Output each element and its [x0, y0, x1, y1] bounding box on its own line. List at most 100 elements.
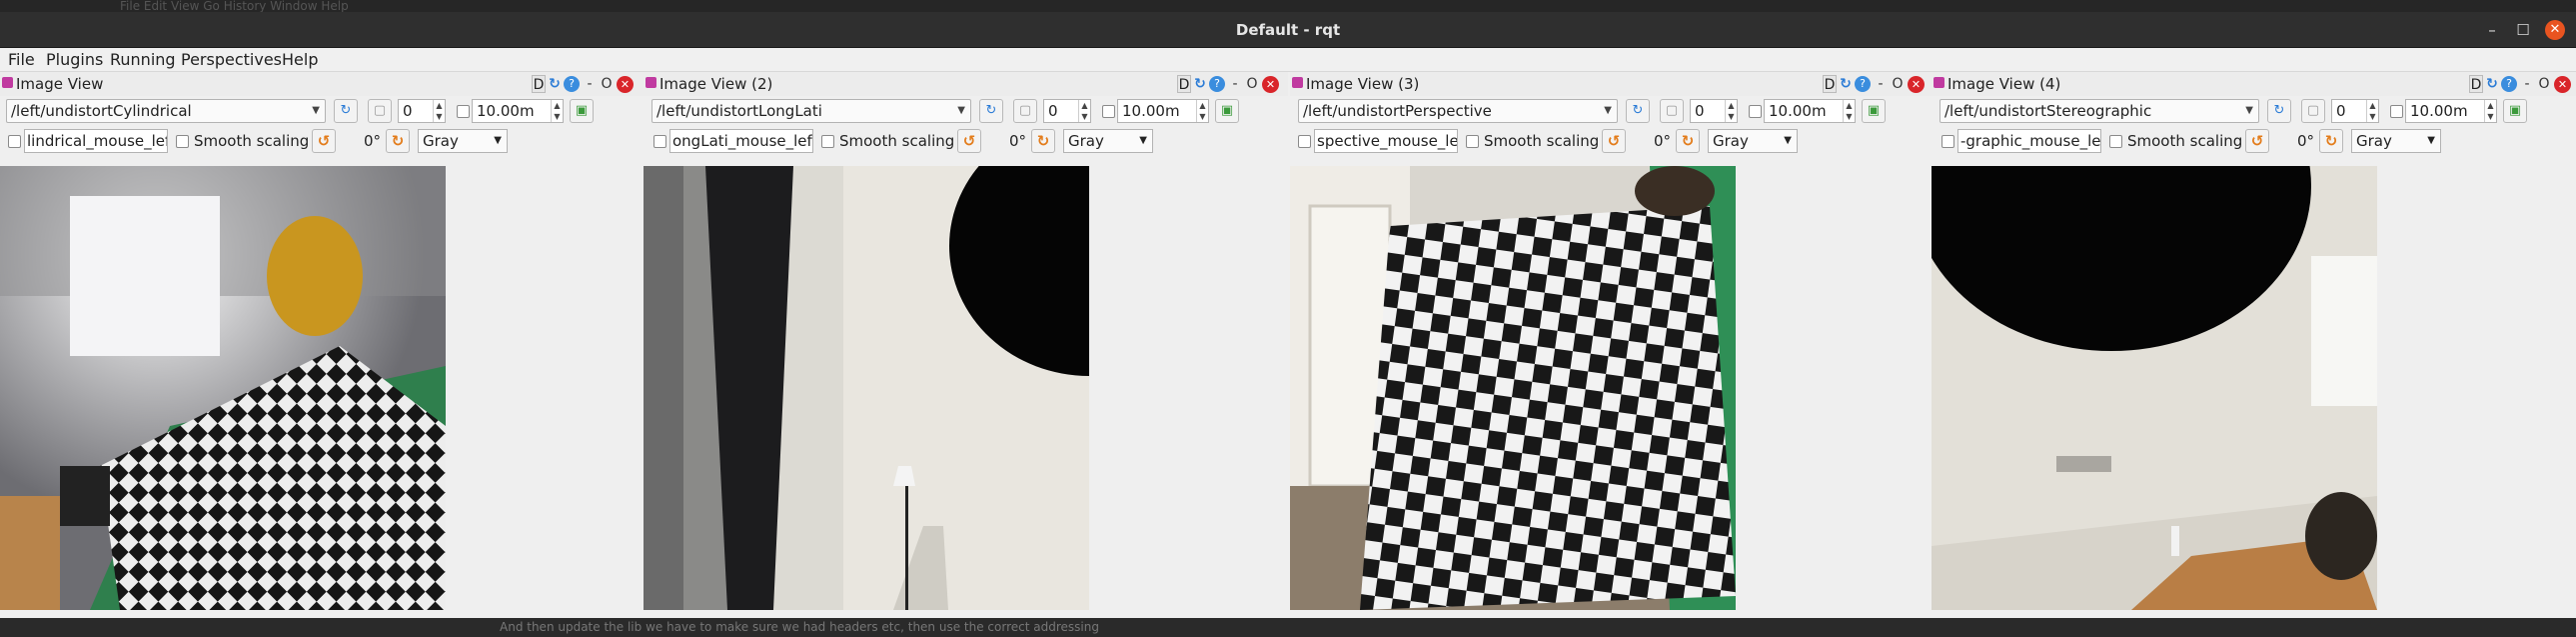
publish-click-checkbox[interactable] [1941, 135, 1954, 148]
publish-click-checkbox[interactable] [8, 135, 21, 148]
image-icon[interactable]: ▣ [1215, 99, 1239, 123]
minimize-button[interactable]: – [2482, 20, 2502, 40]
smooth-scaling-checkbox[interactable] [821, 135, 834, 148]
dock-d-button[interactable]: D [2469, 75, 2483, 93]
topic-select[interactable]: /left/undistortStereographic ▼ [1939, 99, 2259, 123]
rotate-right-icon[interactable]: ↻ [1676, 129, 1700, 153]
publish-click-checkbox[interactable] [653, 135, 666, 148]
save-image-icon[interactable]: ▢ [368, 99, 392, 123]
refresh-topics-icon[interactable]: ↻ [334, 99, 358, 123]
image-icon[interactable]: ▣ [570, 99, 594, 123]
spin-arrows-icon[interactable]: ▲ ▼ [1725, 100, 1737, 122]
smooth-scaling-checkbox[interactable] [176, 135, 189, 148]
dock-header[interactable]: Image View (2) D ↻ ? - O ✕ [644, 72, 1288, 96]
menu-running[interactable]: Running [110, 50, 176, 70]
help-icon[interactable]: ? [564, 76, 580, 92]
colormap-select[interactable]: Gray ▼ [2351, 129, 2441, 153]
reload-icon[interactable]: ↻ [1192, 75, 1208, 93]
help-icon[interactable]: ? [1855, 76, 1871, 92]
save-image-icon[interactable]: ▢ [2301, 99, 2325, 123]
camera-image[interactable] [0, 166, 446, 610]
dock-float-button[interactable]: - [1229, 75, 1241, 93]
dynamic-range-checkbox[interactable] [457, 105, 470, 118]
mouse-topic-input[interactable]: spective_mouse_left [1314, 129, 1458, 153]
dock-header[interactable]: Image View (4) D ↻ ? - O ✕ [1932, 72, 2576, 96]
rotate-right-icon[interactable]: ↻ [2319, 129, 2343, 153]
menu-perspectives[interactable]: Perspectives [181, 50, 282, 70]
dock-d-button[interactable]: D [1177, 75, 1191, 93]
dock-o-button[interactable]: O [1892, 75, 1904, 93]
dock-float-button[interactable]: - [1875, 75, 1887, 93]
dock-close-icon[interactable]: ✕ [1908, 76, 1925, 93]
camera-image[interactable] [1932, 166, 2377, 610]
dynamic-range-checkbox[interactable] [1102, 105, 1115, 118]
dock-header[interactable]: Image View (3) D ↻ ? - O ✕ [1290, 72, 1934, 96]
topic-select[interactable]: /left/undistortPerspective ▼ [1298, 99, 1618, 123]
spin-arrows-icon[interactable]: ▲ ▼ [433, 100, 445, 122]
rotate-left-icon[interactable]: ↺ [957, 129, 981, 153]
spin-arrows-icon[interactable]: ▲ ▼ [551, 100, 563, 122]
colormap-select[interactable]: Gray ▼ [418, 129, 508, 153]
camera-image[interactable] [644, 166, 1089, 610]
spin-arrows-icon[interactable]: ▲ ▼ [2366, 100, 2378, 122]
refresh-topics-icon[interactable]: ↻ [2267, 99, 2291, 123]
camera-image[interactable] [1290, 166, 1736, 610]
mouse-topic-input[interactable]: ongLati_mouse_left [669, 129, 813, 153]
spin-arrows-icon[interactable]: ▲ ▼ [1078, 100, 1090, 122]
refresh-topics-icon[interactable]: ↻ [979, 99, 1003, 123]
image-icon[interactable]: ▣ [2503, 99, 2527, 123]
smooth-scaling-checkbox[interactable] [2109, 135, 2122, 148]
save-image-icon[interactable]: ▢ [1013, 99, 1037, 123]
topic-select[interactable]: /left/undistortLongLati ▼ [651, 99, 971, 123]
smooth-scaling-checkbox[interactable] [1466, 135, 1479, 148]
reload-icon[interactable]: ↻ [2484, 75, 2500, 93]
reload-icon[interactable]: ↻ [547, 75, 563, 93]
help-icon[interactable]: ? [2501, 76, 2517, 92]
colormap-select[interactable]: Gray ▼ [1708, 129, 1798, 153]
menu-plugins[interactable]: Plugins [46, 50, 103, 70]
menu-file[interactable]: File [8, 50, 35, 70]
dock-o-button[interactable]: O [1246, 75, 1258, 93]
refresh-topics-icon[interactable]: ↻ [1626, 99, 1650, 123]
reload-icon[interactable]: ↻ [1838, 75, 1854, 93]
save-image-icon[interactable]: ▢ [1660, 99, 1684, 123]
mouse-topic-input[interactable]: -graphic_mouse_left [1957, 129, 2101, 153]
spin-arrows-icon[interactable]: ▲ ▼ [1843, 100, 1855, 122]
topic-select[interactable]: /left/undistortCylindrical ▼ [6, 99, 326, 123]
num-gridlines-spin[interactable]: 0 ▲ ▼ [1043, 99, 1091, 123]
max-range-spin[interactable]: 10.00m ▲ ▼ [1764, 99, 1856, 123]
menu-help[interactable]: Help [282, 50, 318, 70]
rotate-right-icon[interactable]: ↻ [386, 129, 410, 153]
num-gridlines-spin[interactable]: 0 ▲ ▼ [1690, 99, 1738, 123]
rotate-left-icon[interactable]: ↺ [2245, 129, 2269, 153]
rotate-left-icon[interactable]: ↺ [312, 129, 336, 153]
num-gridlines-spin[interactable]: 0 ▲ ▼ [2331, 99, 2379, 123]
help-icon[interactable]: ? [1209, 76, 1225, 92]
dock-close-icon[interactable]: ✕ [1262, 76, 1279, 93]
mouse-topic-input[interactable]: lindrical_mouse_left [24, 129, 168, 153]
maximize-button[interactable]: ☐ [2513, 20, 2533, 40]
spin-arrows-icon[interactable]: ▲ ▼ [1196, 100, 1208, 122]
colormap-select[interactable]: Gray ▼ [1063, 129, 1153, 153]
dock-header[interactable]: Image View D ↻ ? - O ✕ [0, 72, 644, 96]
spin-arrows-icon[interactable]: ▲ ▼ [2484, 100, 2496, 122]
image-icon[interactable]: ▣ [1862, 99, 1886, 123]
rotate-left-icon[interactable]: ↺ [1602, 129, 1626, 153]
rotate-right-icon[interactable]: ↻ [1031, 129, 1055, 153]
dock-float-button[interactable]: - [2521, 75, 2533, 93]
max-range-spin[interactable]: 10.00m ▲ ▼ [2405, 99, 2497, 123]
dock-o-button[interactable]: O [2538, 75, 2550, 93]
dynamic-range-checkbox[interactable] [1749, 105, 1762, 118]
num-gridlines-spin[interactable]: 0 ▲ ▼ [398, 99, 446, 123]
dock-d-button[interactable]: D [532, 75, 546, 93]
dock-close-icon[interactable]: ✕ [2554, 76, 2571, 93]
dock-close-icon[interactable]: ✕ [617, 76, 634, 93]
publish-click-checkbox[interactable] [1298, 135, 1311, 148]
max-range-spin[interactable]: 10.00m ▲ ▼ [1117, 99, 1209, 123]
dock-float-button[interactable]: - [584, 75, 596, 93]
dynamic-range-checkbox[interactable] [2390, 105, 2403, 118]
dock-d-button[interactable]: D [1823, 75, 1837, 93]
max-range-spin[interactable]: 10.00m ▲ ▼ [472, 99, 564, 123]
dock-o-button[interactable]: O [601, 75, 613, 93]
close-button[interactable]: ✕ [2545, 20, 2565, 40]
